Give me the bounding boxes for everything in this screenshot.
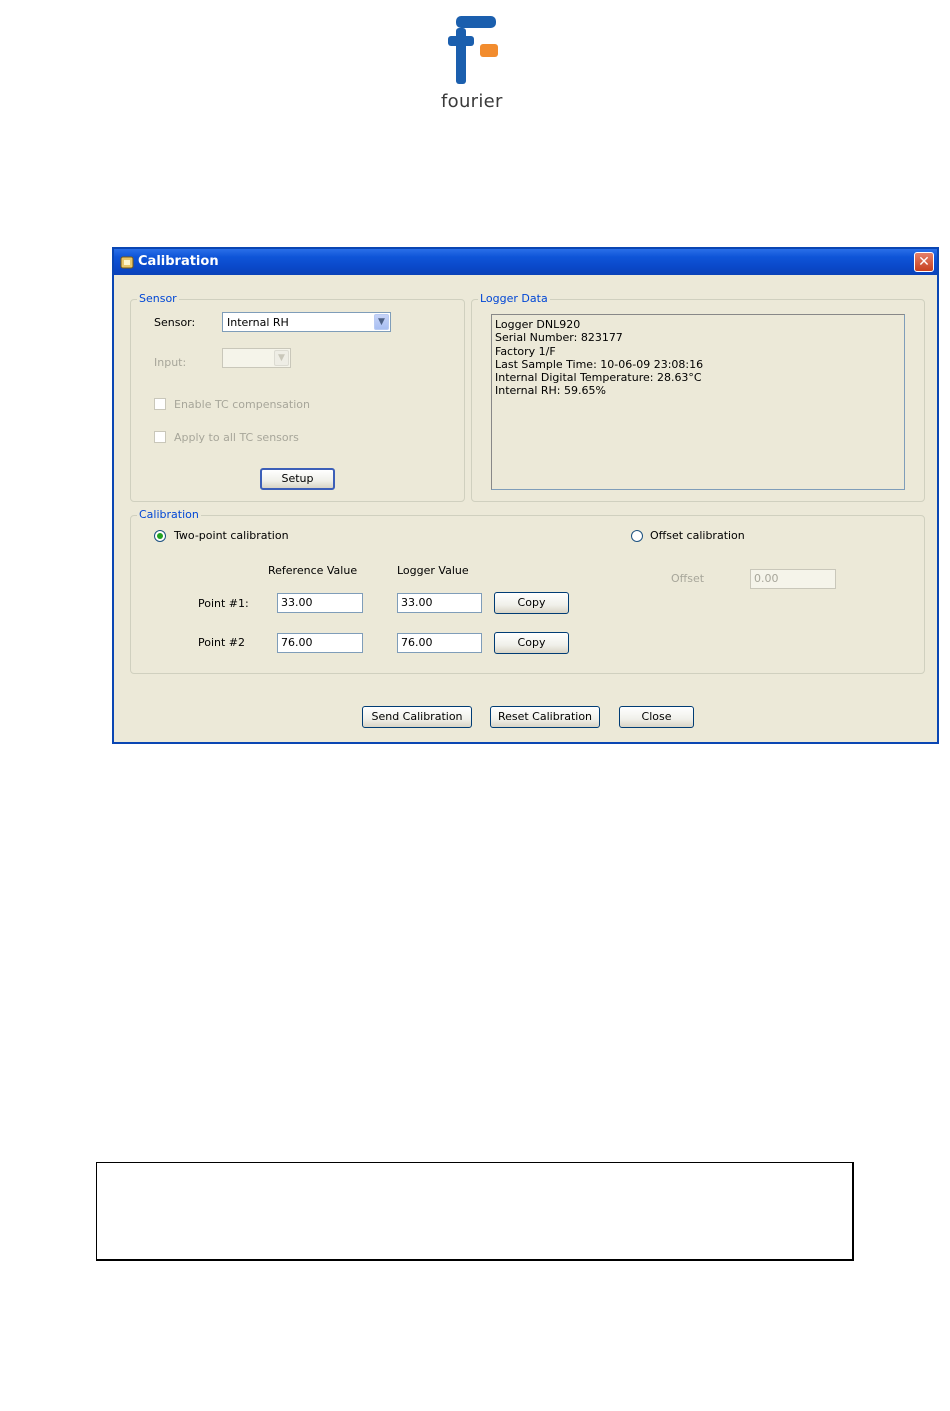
two-point-label: Two-point calibration: [174, 529, 289, 542]
point-2-copy-button[interactable]: Copy: [494, 632, 569, 654]
logo-wordmark: fourier: [441, 91, 503, 112]
enable-tc-label: Enable TC compensation: [174, 398, 310, 411]
app-icon: [120, 256, 134, 269]
point-1-reference-input[interactable]: 33.00: [277, 593, 363, 613]
note-box: [96, 1162, 854, 1261]
chevron-down-icon[interactable]: ▼: [274, 350, 289, 366]
logger-value-header: Logger Value: [397, 564, 469, 577]
logger-data-line: Last Sample Time: 10-06-09 23:08:16: [495, 357, 704, 371]
logger-data-line: Internal RH: 59.65%: [495, 384, 606, 398]
logger-data-line: Logger DNL920: [495, 318, 581, 331]
point-1-label: Point #1:: [198, 597, 249, 610]
sensor-select-value: Internal RH: [227, 316, 289, 329]
send-calibration-button[interactable]: Send Calibration: [362, 706, 472, 728]
logger-data-line: Serial Number: 823177: [495, 331, 623, 345]
logger-data-group-label: Logger Data: [478, 292, 550, 305]
apply-all-tc-label: Apply to all TC sensors: [174, 431, 299, 444]
chevron-down-icon[interactable]: ▼: [374, 314, 389, 330]
sensor-label: Sensor:: [154, 316, 196, 329]
sensor-group-label: Sensor: [137, 292, 179, 305]
offset-field-label: Offset: [671, 572, 705, 585]
calibration-window: Calibration ✕ Sensor Sensor: Internal RH…: [112, 247, 939, 744]
point-2-logger-input[interactable]: 76.00: [397, 633, 482, 653]
window-title: Calibration: [138, 254, 219, 269]
input-label: Input:: [154, 356, 187, 369]
logger-data-line: Internal Digital Temperature: 28.63°C: [495, 371, 702, 385]
point-2-reference-input[interactable]: 76.00: [277, 633, 363, 653]
two-point-radio[interactable]: [154, 530, 166, 542]
setup-button[interactable]: Setup: [260, 468, 335, 490]
close-button[interactable]: Close: [619, 706, 694, 728]
title-bar[interactable]: Calibration ✕: [114, 249, 937, 275]
calibration-group-label: Calibration: [137, 508, 201, 521]
logger-data-line: Factory 1/F: [495, 344, 556, 358]
point-1-copy-button[interactable]: Copy: [494, 592, 569, 614]
input-select[interactable]: ▼: [222, 348, 291, 368]
reset-calibration-button[interactable]: Reset Calibration: [490, 706, 600, 728]
apply-all-tc-checkbox[interactable]: [154, 431, 166, 443]
offset-radio[interactable]: [631, 530, 643, 542]
offset-input[interactable]: 0.00: [750, 569, 836, 589]
sensor-select[interactable]: Internal RH ▼: [222, 312, 391, 332]
point-2-label: Point #2: [198, 636, 246, 649]
enable-tc-checkbox[interactable]: [154, 398, 166, 410]
offset-calibration-label: Offset calibration: [650, 529, 745, 542]
logger-data-textbox[interactable]: Logger DNL920 Serial Number: 823177 Fact…: [491, 314, 905, 490]
point-1-logger-input[interactable]: 33.00: [397, 593, 482, 613]
reference-value-header: Reference Value: [268, 564, 358, 577]
close-window-button[interactable]: ✕: [914, 252, 934, 272]
